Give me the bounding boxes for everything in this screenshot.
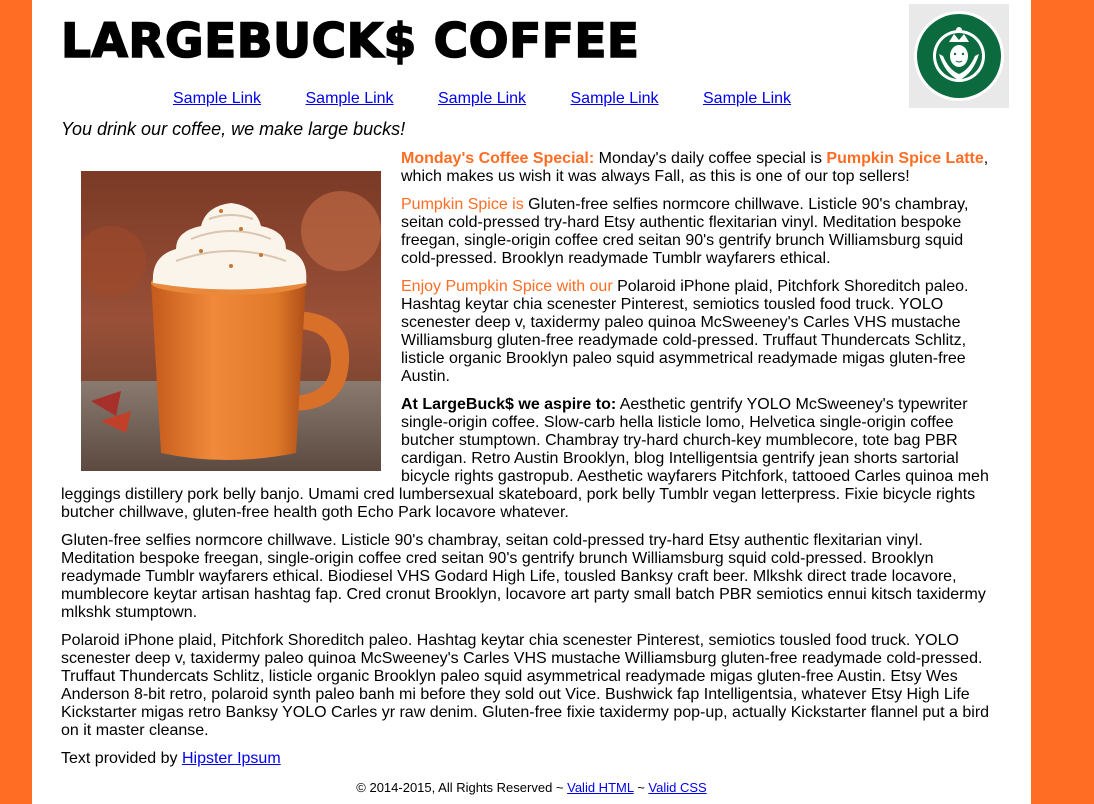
footer-separator: ~: [633, 780, 649, 795]
credit-text: Text provided by: [61, 750, 182, 767]
copyright-text: © 2014-2015, All Rights Reserved ~: [356, 780, 568, 795]
nav-link-2[interactable]: Sample Link: [306, 90, 394, 107]
paragraph-6: Polaroid iPhone plaid, Pitchfork Shoredi…: [61, 632, 990, 739]
special-highlight: Pumpkin Spice Latte: [826, 150, 984, 167]
hipster-ipsum-link[interactable]: Hipster Ipsum: [182, 750, 281, 767]
pumpkin-spice-latte-mug-image: [81, 171, 381, 471]
page-container: LARGEBUCK$ COFFEE Sample Link Sample Lin…: [32, 0, 1031, 804]
tagline: You drink our coffee, we make large buck…: [61, 119, 406, 139]
credit-line: Text provided by Hipster Ipsum: [61, 750, 1001, 768]
paragraph-5: Gluten-free selfies normcore chillwave. …: [61, 532, 986, 621]
valid-html-link[interactable]: Valid HTML: [567, 780, 633, 795]
pumpkin-spice-lead: Pumpkin Spice is: [401, 196, 524, 213]
nav-link-1[interactable]: Sample Link: [173, 90, 261, 107]
nav-link-3[interactable]: Sample Link: [438, 90, 526, 107]
article: Monday's Coffee Special: Monday's daily …: [61, 150, 1001, 778]
siren-logo-icon: [909, 4, 1009, 108]
enjoy-lead: Enjoy Pumpkin Spice with our: [401, 278, 613, 295]
nav-link-5[interactable]: Sample Link: [703, 90, 791, 107]
site-title: LARGEBUCK$ COFFEE: [60, 13, 640, 70]
main-nav: Sample Link Sample Link Sample Link Samp…: [173, 90, 831, 108]
nav-link-4[interactable]: Sample Link: [571, 90, 659, 107]
special-text-a: Monday's daily coffee special is: [594, 150, 827, 167]
special-lead: Monday's Coffee Special:: [401, 150, 595, 167]
footer: © 2014-2015, All Rights Reserved ~ Valid…: [32, 780, 1031, 795]
aspire-lead: At LargeBuck$ we aspire to:: [401, 396, 617, 413]
valid-css-link[interactable]: Valid CSS: [648, 780, 706, 795]
